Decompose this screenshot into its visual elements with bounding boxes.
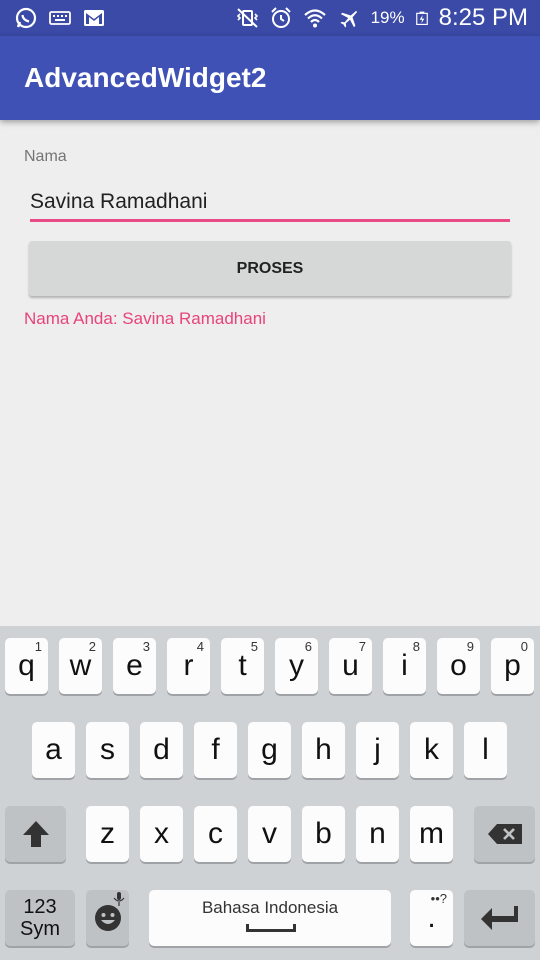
symbols-key[interactable]: 123 Sym xyxy=(5,890,75,946)
status-clock: 8:25 PM xyxy=(438,4,528,31)
space-key[interactable]: Bahasa Indonesia xyxy=(149,890,391,946)
key-j[interactable]: j xyxy=(356,722,399,778)
nama-input[interactable] xyxy=(30,184,510,222)
nama-label: Nama xyxy=(24,148,67,165)
whatsapp-icon xyxy=(15,7,37,29)
period-key-hint: ••? xyxy=(430,891,447,906)
key-i[interactable]: i8 xyxy=(383,638,426,694)
shift-key[interactable] xyxy=(5,806,66,862)
key-o[interactable]: o9 xyxy=(437,638,480,694)
period-key[interactable]: . ••? xyxy=(410,890,453,946)
gmail-icon xyxy=(84,10,104,26)
soft-keyboard: q1 w2 e3 r4 t5 y6 u7 i8 o9 p0 a s d f g … xyxy=(0,626,540,960)
key-y[interactable]: y6 xyxy=(275,638,318,694)
backspace-icon xyxy=(487,824,522,844)
status-bar: 19% 8:25 PM xyxy=(0,0,540,36)
vibrate-icon xyxy=(236,8,258,28)
enter-key[interactable] xyxy=(464,890,535,946)
status-left-icons xyxy=(14,6,106,30)
key-t[interactable]: t5 xyxy=(221,638,264,694)
key-r[interactable]: r4 xyxy=(167,638,210,694)
key-u[interactable]: u7 xyxy=(329,638,372,694)
app-bar: AdvancedWidget2 xyxy=(0,36,540,120)
app-title: AdvancedWidget2 xyxy=(24,62,267,93)
enter-arrow-icon xyxy=(480,906,518,930)
airplane-icon xyxy=(340,10,357,28)
key-z[interactable]: z xyxy=(86,806,129,862)
key-x[interactable]: x xyxy=(140,806,183,862)
key-g[interactable]: g xyxy=(248,722,291,778)
battery-icon xyxy=(415,11,428,25)
space-bar-icon xyxy=(246,924,296,932)
key-b[interactable]: b xyxy=(302,806,345,862)
wifi-icon xyxy=(303,9,326,28)
key-f[interactable]: f xyxy=(194,722,237,778)
key-p[interactable]: p0 xyxy=(491,638,534,694)
key-d[interactable]: d xyxy=(140,722,183,778)
key-n[interactable]: n xyxy=(356,806,399,862)
backspace-key[interactable] xyxy=(474,806,535,862)
key-s[interactable]: s xyxy=(86,722,129,778)
key-l[interactable]: l xyxy=(464,722,507,778)
key-a[interactable]: a xyxy=(32,722,75,778)
key-c[interactable]: c xyxy=(194,806,237,862)
proses-button[interactable]: PROSES xyxy=(29,241,511,296)
key-h[interactable]: h xyxy=(302,722,345,778)
alarm-icon xyxy=(270,7,291,28)
microphone-hint-icon xyxy=(113,892,125,906)
key-v[interactable]: v xyxy=(248,806,291,862)
emoji-key[interactable] xyxy=(86,890,129,946)
shift-arrow-icon xyxy=(22,821,49,847)
emoji-smiley-icon xyxy=(94,905,121,931)
key-q[interactable]: q1 xyxy=(5,638,48,694)
space-key-label: Bahasa Indonesia xyxy=(201,898,339,917)
key-k[interactable]: k xyxy=(410,722,453,778)
status-right-icons: 19% 8:25 PM xyxy=(235,4,528,32)
key-e[interactable]: e3 xyxy=(113,638,156,694)
keyboard-icon xyxy=(49,11,71,25)
key-m[interactable]: m xyxy=(410,806,453,862)
key-w[interactable]: w2 xyxy=(59,638,102,694)
result-text: Nama Anda: Savina Ramadhani xyxy=(24,309,266,328)
battery-percent: 19% xyxy=(370,8,405,27)
